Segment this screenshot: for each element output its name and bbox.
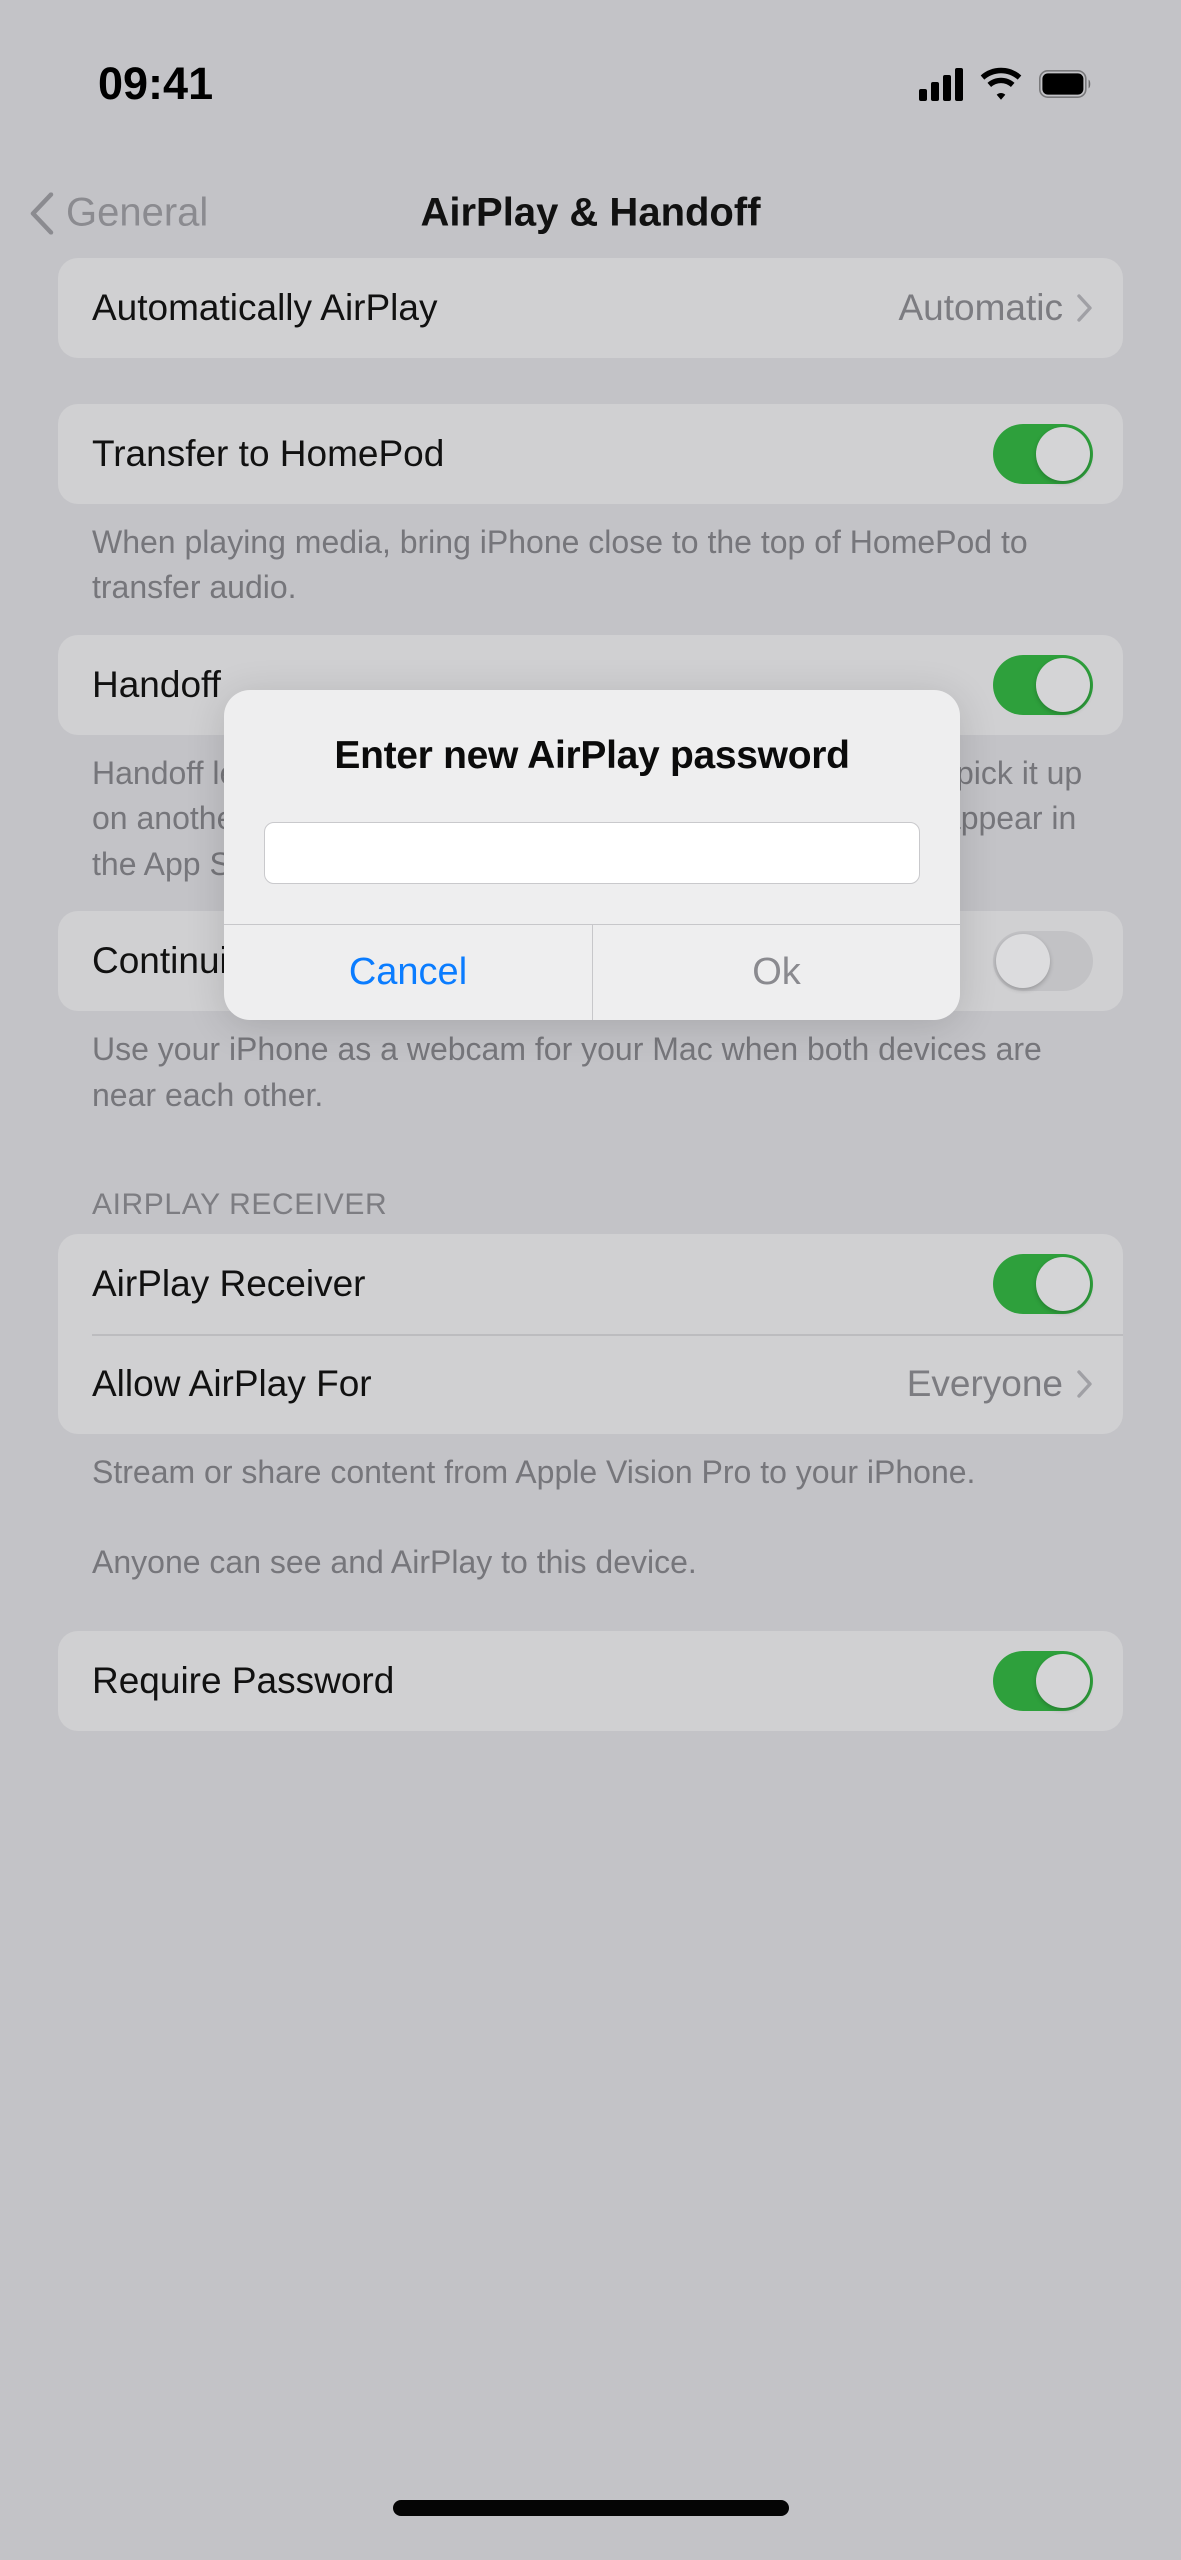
- alert-actions: Cancel Ok: [224, 924, 960, 1020]
- airplay-password-alert: Enter new AirPlay password Cancel Ok: [224, 690, 960, 1020]
- alert-title: Enter new AirPlay password: [334, 734, 850, 777]
- alert-backdrop: [0, 0, 1181, 2560]
- cancel-button[interactable]: Cancel: [224, 925, 592, 1020]
- airplay-password-input[interactable]: [264, 822, 920, 884]
- alert-body: Enter new AirPlay password: [224, 690, 960, 924]
- ok-button[interactable]: Ok: [592, 925, 960, 1020]
